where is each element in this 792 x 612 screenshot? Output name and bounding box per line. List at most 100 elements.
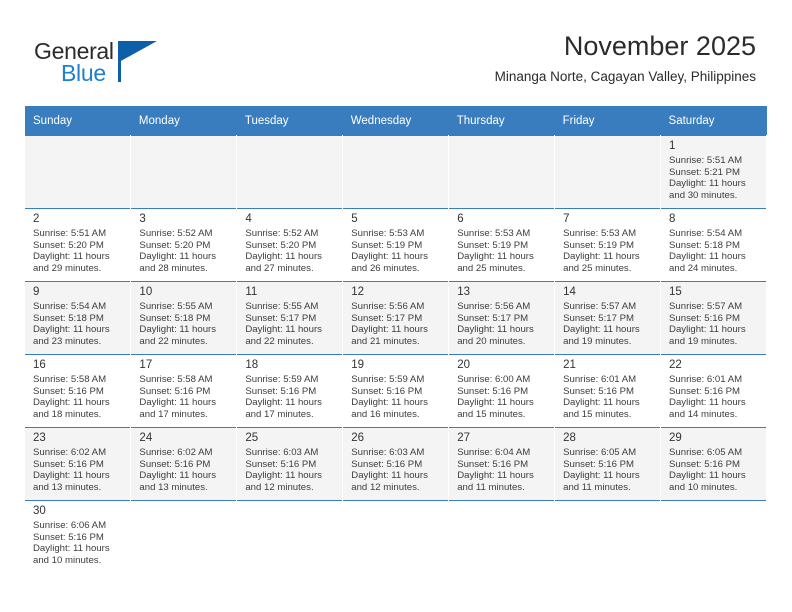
sunrise-text: Sunrise: 5:51 AM bbox=[33, 228, 107, 239]
daylight-text-line2: and 10 minutes. bbox=[33, 554, 102, 566]
sunset-text: Sunset: 5:16 PM bbox=[139, 458, 211, 470]
calendar-week-row: 2 Sunrise: 5:51 AM Sunset: 5:20 PM Daylight… bbox=[25, 208, 767, 282]
day-number: 18 bbox=[245, 359, 259, 371]
day-details: Sunrise: 6:02 AM Sunset: 5:16 PM Daylight:… bbox=[131, 446, 236, 493]
calendar-day-cell[interactable]: 11 Sunrise: 5:55 AM Sunset: 5:17 PM Dayligh… bbox=[236, 281, 344, 355]
daylight-text-line2: and 20 minutes. bbox=[457, 335, 526, 347]
day-details: Sunrise: 6:00 AM Sunset: 5:16 PM Daylight:… bbox=[449, 373, 554, 420]
calendar-day-cell[interactable]: 9 Sunrise: 5:54 AM Sunset: 5:18 PM Daylight… bbox=[25, 281, 132, 355]
calendar-day-cell[interactable]: 20 Sunrise: 6:00 AM Sunset: 5:16 PM Dayligh… bbox=[448, 354, 556, 428]
day-number: 11 bbox=[245, 286, 258, 298]
calendar-day-cell[interactable]: 8 Sunrise: 5:54 AM Sunset: 5:18 PM Daylight… bbox=[660, 208, 767, 282]
daylight-text-line2: and 17 minutes. bbox=[245, 408, 314, 420]
day-number: 1 bbox=[669, 140, 676, 152]
sunset-text: Sunset: 5:16 PM bbox=[457, 385, 529, 397]
daylight-text-line1: Daylight: 11 hours bbox=[669, 178, 746, 190]
calendar-day-cell[interactable]: 25 Sunrise: 6:03 AM Sunset: 5:16 PM Dayligh… bbox=[236, 427, 344, 501]
sunrise-text: Sunrise: 5:55 AM bbox=[245, 301, 319, 312]
calendar-day-cell[interactable]: 18 Sunrise: 5:59 AM Sunset: 5:16 PM Dayligh… bbox=[236, 354, 344, 428]
sunrise-text: Sunrise: 5:58 AM bbox=[33, 374, 107, 385]
day-number: 29 bbox=[669, 432, 682, 444]
daylight-text-line1: Daylight: 11 hours bbox=[33, 397, 110, 409]
weekday-header-saturday: Saturday bbox=[660, 106, 767, 136]
calendar-day-cell[interactable]: 30 Sunrise: 6:06 AM Sunset: 5:16 PM Dayligh… bbox=[25, 500, 132, 573]
calendar-day-cell[interactable]: 23 Sunrise: 6:02 AM Sunset: 5:16 PM Dayligh… bbox=[25, 427, 132, 501]
calendar-day-cell-empty bbox=[236, 500, 344, 573]
page-title: November 2025 bbox=[563, 31, 756, 61]
calendar-week-row: 9 Sunrise: 5:54 AM Sunset: 5:18 PM Daylight… bbox=[25, 281, 767, 355]
calendar-day-cell-empty bbox=[448, 500, 556, 573]
calendar-day-cell[interactable]: 24 Sunrise: 6:02 AM Sunset: 5:16 PM Dayligh… bbox=[130, 427, 238, 501]
calendar-day-cell[interactable]: 17 Sunrise: 5:58 AM Sunset: 5:16 PM Dayligh… bbox=[130, 354, 238, 428]
day-details: Sunrise: 5:53 AM Sunset: 5:19 PM Daylight:… bbox=[555, 227, 660, 274]
calendar-body: 1 Sunrise: 5:51 AM Sunset: 5:21 PM Daylight… bbox=[25, 135, 767, 573]
sunset-text: Sunset: 5:16 PM bbox=[669, 458, 740, 470]
sunset-text: Sunset: 5:20 PM bbox=[33, 239, 104, 251]
calendar-day-cell[interactable]: 29 Sunrise: 6:05 AM Sunset: 5:16 PM Dayligh… bbox=[660, 427, 767, 501]
calendar-day-cell[interactable]: 21 Sunrise: 6:01 AM Sunset: 5:16 PM Dayligh… bbox=[554, 354, 662, 428]
day-details: Sunrise: 5:57 AM Sunset: 5:16 PM Daylight:… bbox=[661, 300, 766, 347]
daylight-text-line1: Daylight: 11 hours bbox=[139, 397, 217, 409]
daylight-text-line1: Daylight: 11 hours bbox=[33, 251, 110, 263]
sunrise-text: Sunrise: 6:06 AM bbox=[33, 520, 107, 531]
sunset-text: Sunset: 5:17 PM bbox=[457, 312, 529, 324]
calendar-day-cell[interactable]: 22 Sunrise: 6:01 AM Sunset: 5:16 PM Dayligh… bbox=[660, 354, 767, 428]
day-number: 14 bbox=[563, 286, 576, 298]
daylight-text-line1: Daylight: 11 hours bbox=[351, 397, 428, 409]
daylight-text-line1: Daylight: 11 hours bbox=[33, 543, 110, 555]
daylight-text-line2: and 27 minutes. bbox=[245, 262, 314, 274]
day-details: Sunrise: 6:01 AM Sunset: 5:16 PM Daylight:… bbox=[555, 373, 660, 420]
calendar-day-cell[interactable]: 12 Sunrise: 5:56 AM Sunset: 5:17 PM Dayligh… bbox=[342, 281, 450, 355]
calendar-day-cell[interactable]: 10 Sunrise: 5:55 AM Sunset: 5:18 PM Dayligh… bbox=[130, 281, 238, 355]
calendar-day-cell[interactable]: 27 Sunrise: 6:04 AM Sunset: 5:16 PM Dayligh… bbox=[448, 427, 556, 501]
calendar-day-cell[interactable]: 2 Sunrise: 5:51 AM Sunset: 5:20 PM Daylight… bbox=[25, 208, 132, 282]
day-details: Sunrise: 6:01 AM Sunset: 5:16 PM Daylight:… bbox=[661, 373, 766, 420]
daylight-text-line1: Daylight: 11 hours bbox=[669, 397, 746, 409]
logo-text-blue: Blue bbox=[61, 60, 106, 86]
calendar-day-cell[interactable]: 4 Sunrise: 5:52 AM Sunset: 5:20 PM Daylight… bbox=[236, 208, 344, 282]
calendar-day-cell[interactable]: 28 Sunrise: 6:05 AM Sunset: 5:16 PM Dayligh… bbox=[554, 427, 662, 501]
sunrise-text: Sunrise: 6:01 AM bbox=[563, 374, 637, 385]
daylight-text-line1: Daylight: 11 hours bbox=[33, 470, 110, 482]
day-details: Sunrise: 5:51 AM Sunset: 5:21 PM Daylight:… bbox=[661, 154, 766, 201]
sunrise-text: Sunrise: 5:53 AM bbox=[563, 228, 637, 239]
sunset-text: Sunset: 5:18 PM bbox=[669, 239, 740, 251]
general-blue-logo[interactable]: General Blue bbox=[34, 38, 194, 90]
day-number: 26 bbox=[351, 432, 365, 444]
day-number: 7 bbox=[563, 213, 570, 225]
calendar-day-cell[interactable]: 6 Sunrise: 5:53 AM Sunset: 5:19 PM Daylight… bbox=[448, 208, 556, 282]
sunrise-sunset-calendar: Sunday Monday Tuesday Wednesday Thursday… bbox=[25, 106, 767, 573]
calendar-day-cell-empty bbox=[660, 500, 767, 573]
sunrise-text: Sunrise: 5:52 AM bbox=[245, 228, 319, 239]
calendar-day-cell-empty bbox=[130, 135, 238, 209]
calendar-day-cell[interactable]: 15 Sunrise: 5:57 AM Sunset: 5:16 PM Dayligh… bbox=[660, 281, 767, 355]
calendar-week-row: 16 Sunrise: 5:58 AM Sunset: 5:16 PM Dayligh… bbox=[25, 354, 767, 428]
day-number: 4 bbox=[245, 213, 252, 225]
calendar-day-cell[interactable]: 16 Sunrise: 5:58 AM Sunset: 5:16 PM Dayligh… bbox=[25, 354, 132, 428]
sunset-text: Sunset: 5:16 PM bbox=[139, 385, 211, 397]
sunrise-text: Sunrise: 6:05 AM bbox=[563, 447, 637, 458]
calendar-day-cell[interactable]: 19 Sunrise: 5:59 AM Sunset: 5:16 PM Dayligh… bbox=[342, 354, 450, 428]
calendar-day-cell[interactable]: 14 Sunrise: 5:57 AM Sunset: 5:17 PM Dayligh… bbox=[554, 281, 662, 355]
calendar-day-cell[interactable]: 7 Sunrise: 5:53 AM Sunset: 5:19 PM Daylight… bbox=[554, 208, 662, 282]
sunrise-text: Sunrise: 5:51 AM bbox=[669, 155, 743, 166]
day-details: Sunrise: 5:58 AM Sunset: 5:16 PM Daylight:… bbox=[25, 373, 130, 420]
day-number: 24 bbox=[139, 432, 153, 444]
weekday-header-friday: Friday bbox=[554, 106, 661, 136]
logo-triangle-icon bbox=[119, 41, 157, 62]
sunrise-text: Sunrise: 5:56 AM bbox=[457, 301, 531, 312]
weekday-header-row: Sunday Monday Tuesday Wednesday Thursday… bbox=[25, 106, 767, 136]
day-number: 9 bbox=[33, 286, 40, 298]
calendar-day-cell[interactable]: 3 Sunrise: 5:52 AM Sunset: 5:20 PM Daylight… bbox=[130, 208, 238, 282]
daylight-text-line2: and 16 minutes. bbox=[351, 408, 420, 420]
sunrise-text: Sunrise: 6:03 AM bbox=[245, 447, 319, 458]
sunset-text: Sunset: 5:16 PM bbox=[245, 385, 317, 397]
calendar-day-cell[interactable]: 5 Sunrise: 5:53 AM Sunset: 5:19 PM Daylight… bbox=[342, 208, 450, 282]
calendar-day-cell[interactable]: 26 Sunrise: 6:03 AM Sunset: 5:16 PM Dayligh… bbox=[342, 427, 450, 501]
sunrise-text: Sunrise: 6:05 AM bbox=[669, 447, 743, 458]
title-block: November 2025 Minanga Norte, Cagayan Val… bbox=[495, 30, 756, 87]
daylight-text-line2: and 30 minutes. bbox=[669, 189, 738, 201]
calendar-day-cell[interactable]: 13 Sunrise: 5:56 AM Sunset: 5:17 PM Dayligh… bbox=[448, 281, 556, 355]
sunset-text: Sunset: 5:17 PM bbox=[563, 312, 635, 324]
calendar-day-cell[interactable]: 1 Sunrise: 5:51 AM Sunset: 5:21 PM Daylight… bbox=[660, 135, 767, 209]
